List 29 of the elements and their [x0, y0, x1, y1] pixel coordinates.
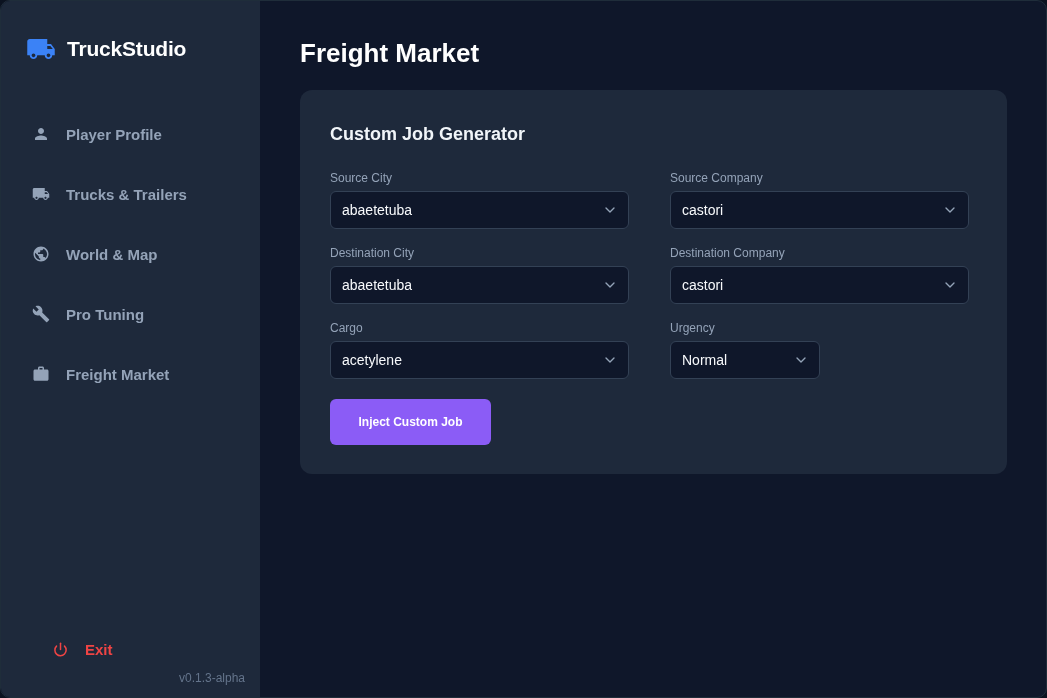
- sidebar-item[interactable]: Pro Tuning: [32, 292, 145, 336]
- field-label: Cargo: [330, 320, 363, 336]
- sidebar-item[interactable]: World & Map: [32, 232, 158, 276]
- app-name: TruckStudio: [67, 37, 187, 61]
- briefcase-icon: [32, 365, 50, 383]
- wrench-icon: [32, 305, 50, 323]
- dropdown-field[interactable]: abaetetuba: [330, 266, 629, 304]
- field-label: Urgency: [670, 320, 715, 336]
- person-icon: [32, 125, 50, 143]
- page-title: Freight Market: [300, 37, 481, 69]
- globe-icon: [32, 245, 50, 263]
- field-label: Source City: [330, 170, 393, 186]
- sidebar-item[interactable]: Trucks & Trailers: [32, 172, 187, 216]
- truck-icon: [32, 185, 50, 203]
- exit-link[interactable]: Exit: [53, 631, 113, 667]
- version-label: v0.1.3-alpha: [178, 670, 245, 686]
- card-title: Custom Job Generator: [330, 123, 527, 146]
- dropdown-field[interactable]: castori: [670, 191, 969, 229]
- dropdown-field[interactable]: abaetetuba: [330, 191, 629, 229]
- sidebar-item[interactable]: Player Profile: [32, 112, 162, 156]
- sidebar-item[interactable]: Freight Market: [32, 352, 170, 396]
- dropdown-field[interactable]: Normal: [670, 341, 820, 379]
- field-label: Destination Company: [670, 245, 785, 261]
- dropdown-field[interactable]: acetylene: [330, 341, 629, 379]
- inject-job-button[interactable]: Inject Custom Job: [330, 399, 491, 445]
- field-label: Destination City: [330, 245, 415, 261]
- field-label: Source Company: [670, 170, 763, 186]
- power-icon: [53, 641, 68, 657]
- dropdown-field[interactable]: castori: [670, 266, 969, 304]
